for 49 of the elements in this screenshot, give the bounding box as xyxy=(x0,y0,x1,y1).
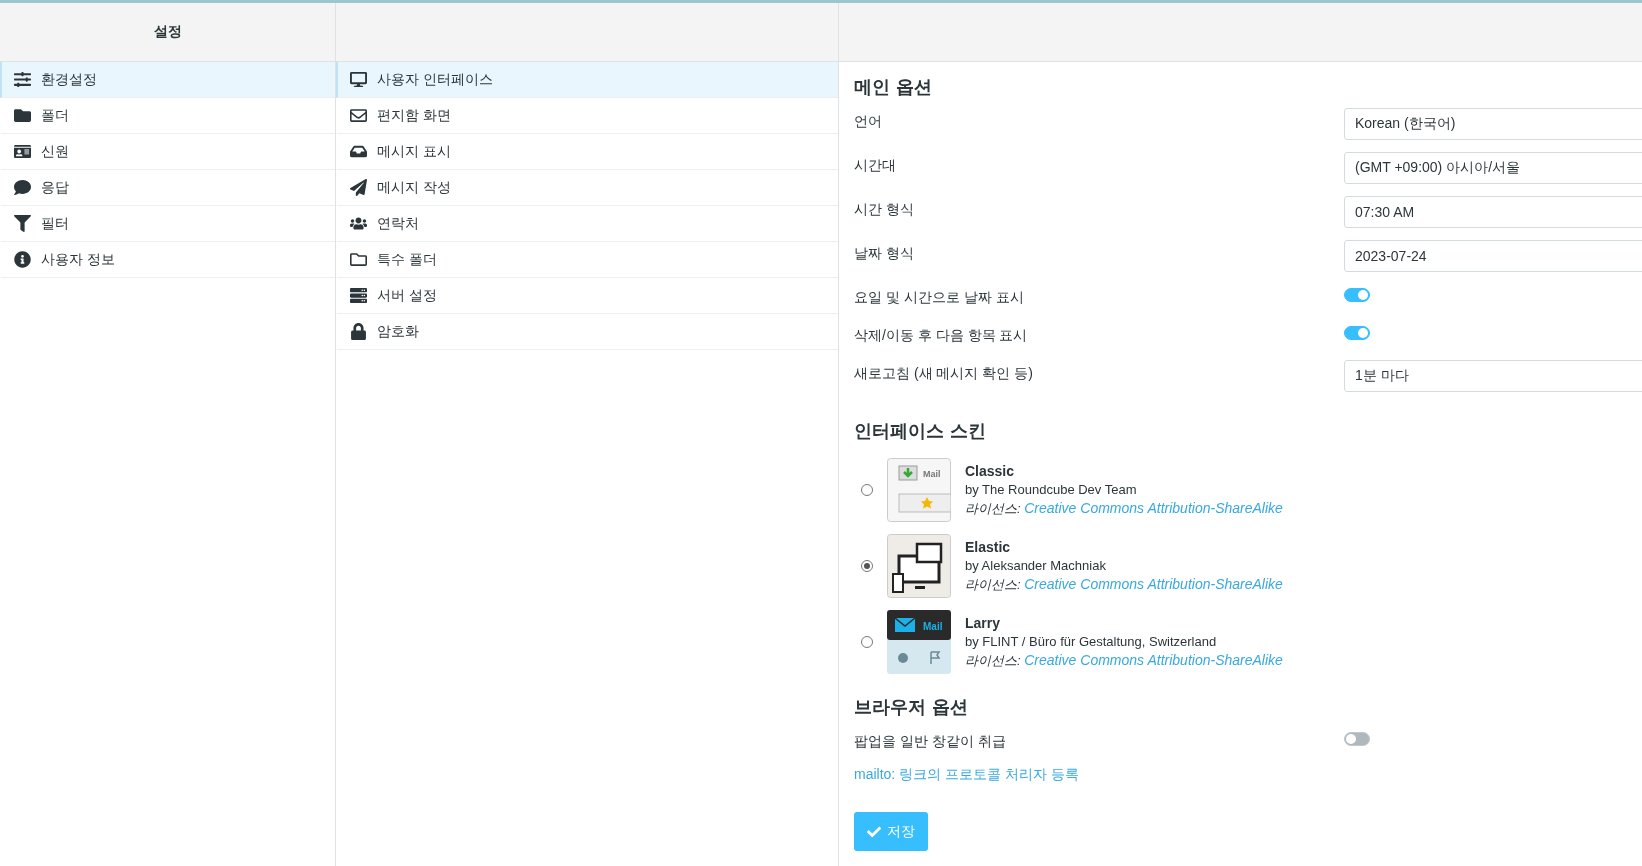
toggle-switch[interactable] xyxy=(1344,288,1370,302)
field-label: 시간 형식 xyxy=(854,200,915,219)
skin-license: 라이선스: Creative Commons Attribution-ShareAlike xyxy=(965,499,1283,518)
section-heading: 브라우저 옵션 xyxy=(854,695,970,719)
skin-license: 라이선스: Creative Commons Attribution-ShareAlike xyxy=(965,651,1283,670)
sidebar-item[interactable]: 환경설정 xyxy=(0,62,335,98)
option-label: 팝업을 일반 창같이 취급 xyxy=(854,732,1007,751)
section-icon xyxy=(348,179,368,196)
skin-name: Elastic xyxy=(965,538,1012,555)
option-label: 삭제/이동 후 다음 항목 표시 xyxy=(854,326,1029,345)
select-field[interactable]: (GMT +09:00) 아시아/서울 xyxy=(1344,152,1642,184)
skin-author: by FLINT / Büro für Gestaltung, Switzerland xyxy=(965,633,1218,649)
field-label: 언어 xyxy=(854,112,883,131)
toggle-switch[interactable] xyxy=(1344,326,1370,340)
header-title: 설정 xyxy=(153,23,182,41)
settings-list-item[interactable]: 사용자 인터페이스 xyxy=(336,62,838,98)
section-icon xyxy=(348,215,368,232)
section-icon xyxy=(12,179,32,196)
skin-author: by Aleksander Machniak xyxy=(965,557,1107,573)
skin-thumbnail: Mail xyxy=(887,610,951,674)
field-label: 시간대 xyxy=(854,156,897,175)
section-icon xyxy=(12,251,32,268)
select-field[interactable]: 2023-07-24 xyxy=(1344,240,1642,272)
section-icon xyxy=(348,143,368,160)
section-icon xyxy=(12,143,32,160)
section-icon xyxy=(348,251,368,268)
skin-name: Larry xyxy=(965,614,1002,631)
section-heading: 메인 옵션 xyxy=(854,75,934,99)
skin-license: 라이선스: Creative Commons Attribution-ShareAlike xyxy=(965,575,1283,594)
skin-thumbnail: Mail xyxy=(887,458,951,522)
field-label: 새로고침 (새 메시지 확인 등) xyxy=(854,364,1034,383)
section-icon xyxy=(12,107,32,124)
select-field[interactable]: 07:30 AM xyxy=(1344,196,1642,228)
toggle-switch[interactable] xyxy=(1344,732,1370,746)
check-icon xyxy=(867,824,881,839)
section-icon xyxy=(12,71,32,88)
select-field[interactable]: Korean (한국어) xyxy=(1344,108,1642,140)
section-icon xyxy=(348,107,368,124)
section-icon xyxy=(348,287,368,304)
section-icon xyxy=(348,71,368,88)
skin-name: Classic xyxy=(965,462,1016,479)
select-field[interactable]: 1분 마다 xyxy=(1344,360,1642,392)
section-icon xyxy=(12,215,32,232)
skin-author: by The Roundcube Dev Team xyxy=(965,481,1138,497)
option-label: 요일 및 시간으로 날짜 표시 xyxy=(854,288,1025,307)
section-heading: 인터페이스 스킨 xyxy=(854,419,988,443)
section-icon xyxy=(348,323,368,340)
skin-thumbnail xyxy=(887,534,951,598)
field-label: 날짜 형식 xyxy=(854,244,915,263)
